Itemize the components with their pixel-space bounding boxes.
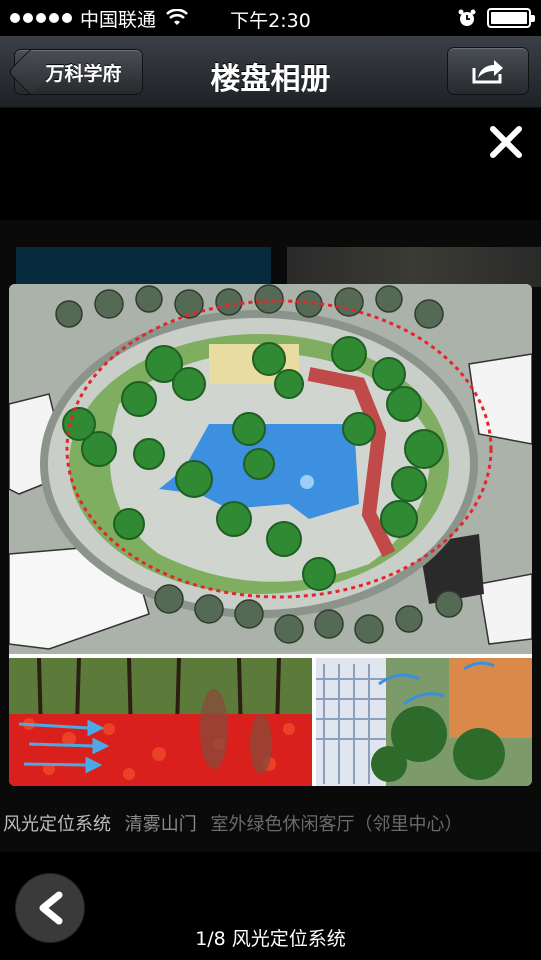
site-plan-image — [9, 284, 532, 786]
next-photo-peek[interactable] — [287, 247, 541, 287]
photo-counter: 1/8 风光定位系统 — [195, 928, 346, 950]
gallery-photo[interactable] — [9, 284, 532, 786]
caption-next: 清雾山门 — [124, 814, 197, 835]
share-button[interactable] — [447, 47, 529, 95]
photo-captions: 风光定位系统 清雾山门 室外绿色休闲客厅（邻里中心） — [0, 810, 541, 836]
close-icon — [490, 126, 522, 158]
navigation-bar: 万科学府 楼盘相册 — [0, 36, 541, 108]
share-icon — [472, 60, 503, 84]
caption-after-next: 室外绿色休闲客厅（邻里中心） — [210, 814, 463, 835]
battery-icon — [487, 8, 535, 28]
status-bar: 中国联通 下午2:30 — [0, 0, 541, 36]
close-button[interactable] — [484, 120, 528, 164]
previous-photo-peek[interactable] — [16, 247, 271, 287]
chevron-left-icon — [39, 891, 63, 925]
alarm-clock-icon — [458, 9, 476, 26]
back-button-label: 万科学府 — [45, 62, 122, 85]
caption-current: 风光定位系统 — [3, 814, 111, 835]
